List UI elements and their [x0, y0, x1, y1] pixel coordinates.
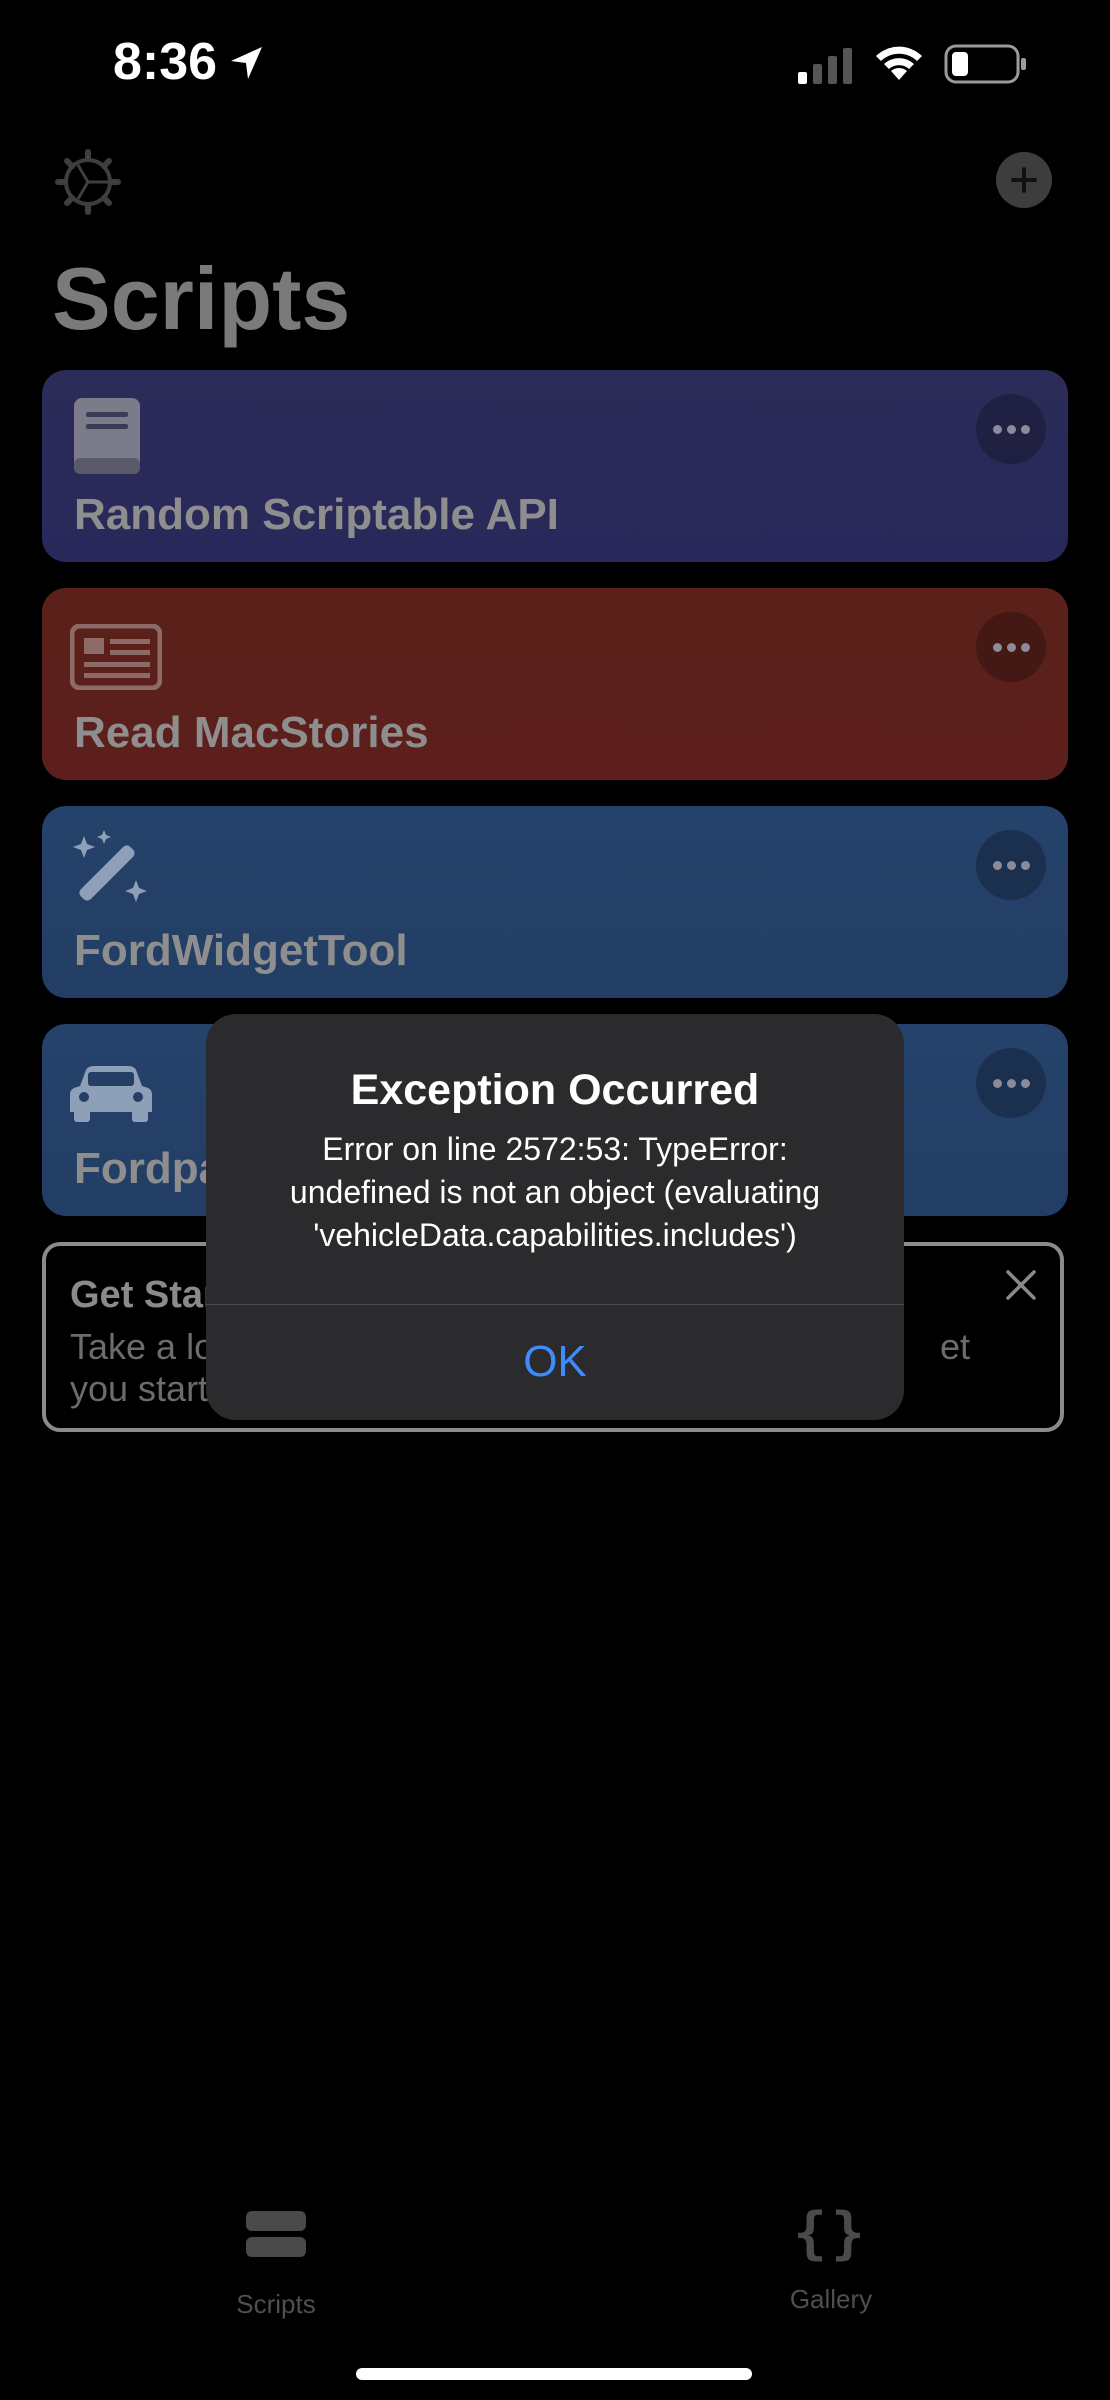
script-card-read-macstories[interactable]: Read MacStories — [42, 588, 1068, 780]
get-started-text-line1-left: Take a lo — [70, 1326, 215, 1367]
get-started-title: Get Star — [70, 1274, 218, 1316]
close-icon[interactable] — [1004, 1268, 1038, 1302]
script-card-random-scriptable-api[interactable]: Random Scriptable API — [42, 370, 1068, 562]
ok-button[interactable]: OK — [206, 1306, 904, 1420]
stack-icon — [246, 2211, 306, 2257]
screen: 8:36 Scripts Random Scriptable API Read … — [0, 0, 1110, 2400]
alert-divider — [206, 1304, 904, 1305]
book-icon — [74, 398, 140, 474]
cellular-signal-icon — [798, 48, 852, 84]
script-card-fordwidgettool[interactable]: FordWidgetTool — [42, 806, 1068, 998]
alert-title: Exception Occurred — [350, 1066, 760, 1114]
home-indicator[interactable] — [356, 2368, 752, 2380]
tab-gallery[interactable]: {} Gallery — [731, 2204, 931, 2315]
wifi-icon — [876, 46, 922, 80]
alert-message-line: 'vehicleData.capabilities.includes') — [313, 1217, 797, 1253]
status-time: 8:36 — [113, 33, 218, 91]
alert-message: Error on line 2572:53: TypeError: undefi… — [236, 1128, 874, 1257]
add-script-button[interactable] — [996, 152, 1052, 208]
car-icon — [70, 1066, 152, 1122]
more-options-button[interactable] — [976, 394, 1046, 464]
more-options-button[interactable] — [976, 612, 1046, 682]
braces-icon: {} — [793, 2201, 869, 2266]
get-started-text-line1-right: et — [940, 1326, 971, 1367]
gear-icon[interactable] — [54, 148, 122, 216]
alert-message-line: undefined is not an object (evaluating — [289, 1174, 821, 1210]
more-options-button[interactable] — [976, 1048, 1046, 1118]
script-card-label: Fordpa — [74, 1144, 224, 1193]
script-card-label: Random Scriptable API — [74, 490, 559, 539]
battery-icon — [944, 44, 1026, 84]
tab-scripts[interactable]: Scripts — [176, 2204, 376, 2320]
location-arrow-icon — [231, 47, 262, 79]
more-options-button[interactable] — [976, 830, 1046, 900]
exception-alert: Exception Occurred Error on line 2572:53… — [206, 1014, 904, 1420]
alert-message-line: Error on line 2572:53: TypeError: — [322, 1131, 788, 1167]
newspaper-icon — [70, 624, 162, 690]
magic-wand-icon — [73, 830, 147, 902]
tab-scripts-label: Scripts — [236, 2289, 316, 2319]
tab-gallery-label: Gallery — [789, 2284, 873, 2314]
script-card-label: Read MacStories — [74, 708, 429, 757]
page-title: Scripts — [52, 249, 351, 348]
script-card-label: FordWidgetTool — [74, 926, 408, 975]
